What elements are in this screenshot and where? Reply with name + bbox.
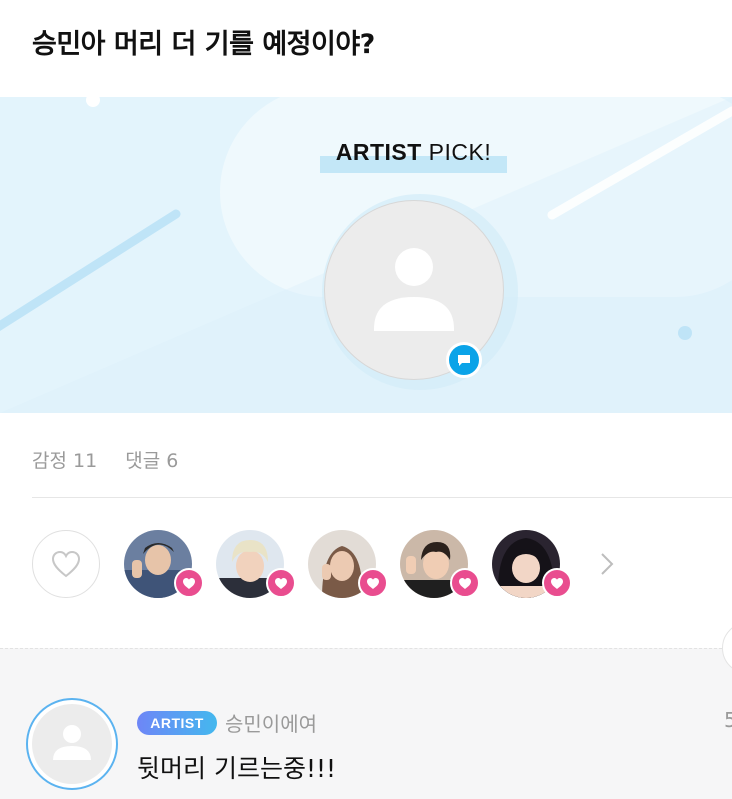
reactor-avatar[interactable]	[216, 530, 296, 598]
like-button[interactable]	[32, 530, 100, 598]
pick-title-light: PICK!	[421, 139, 492, 165]
comment-avatar[interactable]	[26, 698, 118, 790]
artist-pick-title: ARTIST PICK!	[320, 137, 507, 173]
divider	[32, 497, 732, 498]
heart-icon	[542, 568, 572, 598]
heart-icon	[266, 568, 296, 598]
artist-pick-banner: ARTIST PICK!	[0, 97, 732, 413]
heart-icon	[358, 568, 388, 598]
post-title: 승민아 머리 더 기를 예정이야?	[32, 29, 375, 60]
chat-bubble-icon[interactable]	[446, 342, 482, 378]
post-stats: 감정 11 댓글 6	[32, 446, 200, 473]
comment-body: 뒷머리 기르는중!!!	[137, 754, 337, 783]
default-user-icon	[53, 725, 91, 760]
heart-outline-icon	[51, 550, 81, 578]
heart-icon	[174, 568, 204, 598]
section-divider	[0, 648, 732, 649]
reactor-avatar[interactable]	[400, 530, 480, 598]
comment-time: 5	[724, 708, 732, 732]
comment-section: ARTIST 승민이에여 5 뒷머리 기르는중!!!	[0, 648, 732, 799]
heart-icon	[450, 568, 480, 598]
pick-title-bold: ARTIST	[335, 139, 422, 165]
artist-badge: ARTIST	[137, 711, 217, 735]
emotion-count[interactable]: 감정 11	[32, 450, 97, 472]
post-header: 승민아 머리 더 기를 예정이야?	[0, 0, 732, 97]
comment-count[interactable]: 댓글 6	[125, 450, 178, 472]
comment-author[interactable]: 승민이에여	[225, 708, 317, 737]
reactor-avatar[interactable]	[492, 530, 572, 598]
reactor-avatar[interactable]	[124, 530, 204, 598]
reactor-avatar[interactable]	[308, 530, 388, 598]
chevron-right-icon[interactable]	[596, 549, 618, 579]
